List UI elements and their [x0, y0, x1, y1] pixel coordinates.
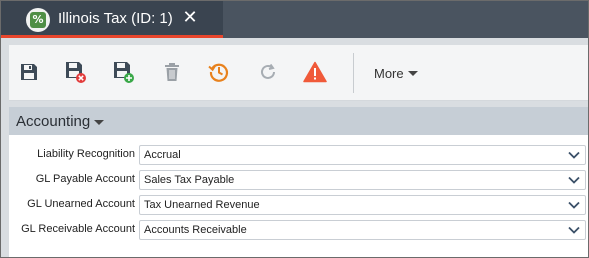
section-title: Accounting [16, 112, 91, 130]
warning-triangle-icon [303, 61, 327, 83]
more-label: More [374, 65, 404, 81]
caret-down-icon [94, 119, 105, 125]
field-row-liability-recognition: Liability Recognition Accrual [9, 145, 588, 165]
field-value: Tax Unearned Revenue [144, 199, 260, 211]
liability-recognition-select[interactable]: Accrual [139, 145, 586, 165]
save-button[interactable] [17, 59, 41, 85]
gl-receivable-account-select[interactable]: Accounts Receivable [139, 220, 586, 240]
delete-button[interactable] [160, 59, 184, 85]
trash-icon [165, 63, 179, 81]
history-button[interactable] [207, 59, 231, 85]
accounting-section-header[interactable]: Accounting [9, 107, 588, 135]
field-row-gl-receivable: GL Receivable Account Accounts Receivabl… [9, 220, 588, 240]
floppy-disk-close-icon [66, 62, 86, 83]
accounting-form: Liability Recognition Accrual GL Payable… [9, 135, 588, 257]
save-and-new-button[interactable] [112, 59, 136, 85]
chevron-down-icon [568, 176, 580, 184]
chevron-down-icon [568, 201, 580, 209]
field-value: Sales Tax Payable [144, 174, 235, 186]
field-label: GL Unearned Account [27, 198, 135, 210]
tab-title: Illinois Tax (ID: 1) [58, 10, 173, 27]
chevron-down-icon [568, 151, 580, 159]
more-menu-button[interactable]: More [374, 63, 418, 83]
toolbar: More [9, 45, 588, 101]
field-label: GL Payable Account [35, 173, 135, 185]
gl-unearned-account-select[interactable]: Tax Unearned Revenue [139, 195, 586, 215]
save-and-close-button[interactable] [64, 59, 88, 85]
toolbar-separator [353, 53, 354, 93]
percent-icon: % [30, 12, 46, 28]
tax-app-icon: % [26, 8, 50, 32]
gl-payable-account-select[interactable]: Sales Tax Payable [139, 170, 586, 190]
field-label: GL Receivable Account [21, 223, 135, 235]
history-clock-icon [208, 63, 229, 82]
refresh-icon [261, 63, 275, 79]
field-value: Accrual [144, 149, 181, 161]
field-value: Accounts Receivable [144, 224, 247, 236]
tab-illinois-tax[interactable]: % Illinois Tax (ID: 1) ✕ [1, 1, 223, 38]
floppy-disk-add-icon [114, 62, 134, 83]
caret-down-icon [407, 71, 418, 76]
field-row-gl-payable: GL Payable Account Sales Tax Payable [9, 170, 588, 190]
alert-button[interactable] [303, 59, 327, 85]
chevron-down-icon [568, 226, 580, 234]
field-row-gl-unearned: GL Unearned Account Tax Unearned Revenue [9, 195, 588, 215]
title-bar: % Illinois Tax (ID: 1) ✕ [1, 1, 588, 38]
field-label: Liability Recognition [37, 148, 135, 160]
floppy-disk-icon [21, 64, 37, 80]
window-frame: % Illinois Tax (ID: 1) ✕ More Accounting… [0, 0, 589, 258]
close-tab-button[interactable]: ✕ [182, 8, 198, 28]
refresh-button[interactable] [256, 59, 280, 85]
